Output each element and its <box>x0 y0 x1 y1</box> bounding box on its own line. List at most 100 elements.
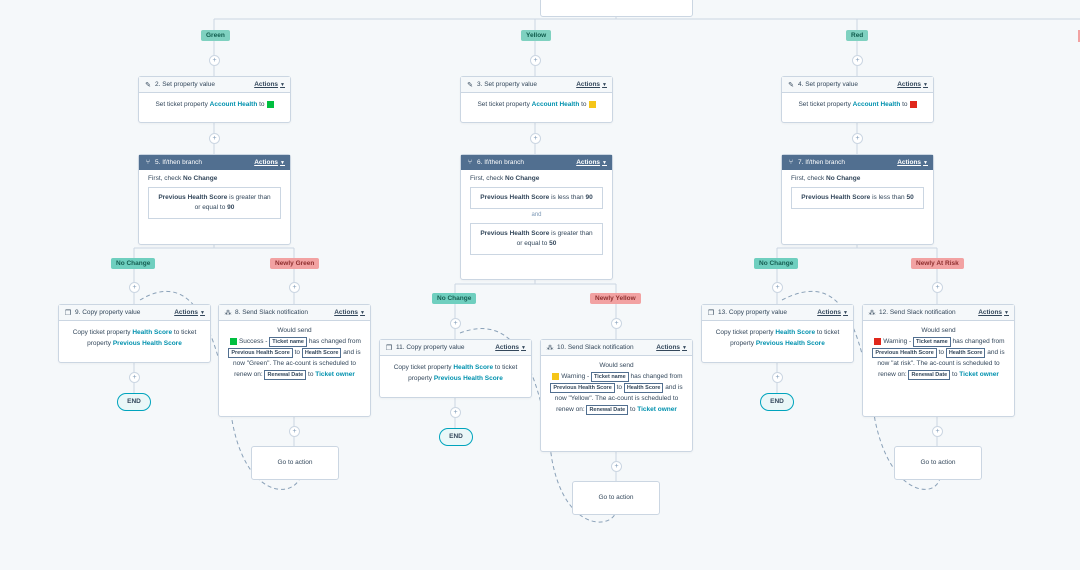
slack-icon: ⁂ <box>868 309 876 317</box>
actions-dropdown[interactable]: Actions ▼ <box>254 159 285 166</box>
chevron-down-icon: ▼ <box>360 310 365 316</box>
branch-tag-green: Green <box>201 30 230 41</box>
token-previous-health-score: Previous Health Score <box>872 348 937 358</box>
end-node[interactable]: END <box>439 428 473 446</box>
and-label: and <box>531 212 542 218</box>
would-send-text: Would send <box>599 362 634 369</box>
add-action-button[interactable]: + <box>772 372 783 383</box>
add-action-button[interactable]: + <box>772 282 783 293</box>
token-health-score: Health Score <box>945 348 986 358</box>
outcome-tag-no-change: No Change <box>432 293 477 304</box>
add-action-button[interactable]: + <box>611 318 622 329</box>
slack-notification-card[interactable]: ⁂ 10. Send Slack notification Actions ▼ Wou… <box>540 339 693 452</box>
end-node[interactable]: END <box>117 393 151 411</box>
green-square-icon <box>230 337 238 345</box>
copy-icon: ❐ <box>707 309 715 317</box>
actions-dropdown[interactable]: Actions ▼ <box>817 309 848 316</box>
token-ticket-name: Ticket name <box>591 372 629 382</box>
first-check-text: First, check No Change <box>791 175 861 182</box>
add-action-button[interactable]: + <box>530 55 541 66</box>
chevron-down-icon: ▼ <box>923 160 928 166</box>
add-action-button[interactable]: + <box>209 55 220 66</box>
actions-dropdown[interactable]: Actions ▼ <box>495 344 526 351</box>
token-ticket-name: Ticket name <box>913 337 951 347</box>
property-link[interactable]: Previous Health Score <box>756 340 825 347</box>
ticket-owner-link[interactable]: Ticket owner <box>959 371 999 378</box>
go-to-action-node[interactable]: Go to action <box>572 481 660 515</box>
slack-notification-card[interactable]: ⁂ 12. Send Slack notification Actions ▼ Wou… <box>862 304 1015 417</box>
token-previous-health-score: Previous Health Score <box>550 383 615 393</box>
actions-dropdown[interactable]: Actions ▼ <box>656 344 687 351</box>
add-action-button[interactable]: + <box>932 426 943 437</box>
add-action-button[interactable]: + <box>209 133 220 144</box>
chevron-down-icon: ▼ <box>200 310 205 316</box>
copy-property-card[interactable]: ❐ 11. Copy property value Actions ▼ Copy ti… <box>379 339 532 398</box>
if-then-branch-card[interactable]: ⑂ 6. If/then branch Actions ▼ First, check … <box>460 154 613 280</box>
chevron-down-icon: ▼ <box>923 82 928 88</box>
set-text: Set ticket property <box>798 101 851 108</box>
ticket-owner-link[interactable]: Ticket owner <box>637 406 677 413</box>
edit-icon: ✎ <box>145 81 151 89</box>
condition-box: Previous Health Score is greater than or… <box>148 187 281 219</box>
add-action-button[interactable]: + <box>289 282 300 293</box>
add-action-button[interactable]: + <box>611 461 622 472</box>
red-square-icon <box>874 337 882 345</box>
property-link[interactable]: Previous Health Score <box>113 340 182 347</box>
card-title: 4. Set property value <box>798 81 858 88</box>
slack-notification-card[interactable]: ⁂ 8. Send Slack notification Actions ▼ Woul… <box>218 304 371 417</box>
add-action-button[interactable]: + <box>129 372 140 383</box>
add-action-button[interactable]: + <box>852 55 863 66</box>
add-action-button[interactable]: + <box>932 282 943 293</box>
property-link[interactable]: Health Score <box>775 329 815 336</box>
add-action-button[interactable]: + <box>289 426 300 437</box>
actions-dropdown[interactable]: Actions ▼ <box>897 81 928 88</box>
outcome-tag-newly-green: Newly Green <box>270 258 320 269</box>
condition-box: Previous Health Score is less than 50 <box>791 187 924 209</box>
set-property-card[interactable]: ✎ 3. Set property value Actions ▼ Set ticke… <box>460 76 613 123</box>
card-title: 5. If/then branch <box>155 159 202 166</box>
actions-dropdown[interactable]: Actions ▼ <box>576 159 607 166</box>
add-action-button[interactable]: + <box>852 133 863 144</box>
card-title: 11. Copy property value <box>396 344 465 351</box>
chevron-down-icon: ▼ <box>602 160 607 166</box>
token-renewal-date: Renewal Date <box>908 370 951 380</box>
would-send-text: Would send <box>921 327 956 334</box>
go-to-action-node[interactable]: Go to action <box>251 446 339 480</box>
edit-icon: ✎ <box>467 81 473 89</box>
green-square-icon <box>266 100 274 108</box>
property-link[interactable]: Account Health <box>210 101 258 108</box>
card-title: 10. Send Slack notification <box>557 344 634 351</box>
copy-property-card[interactable]: ❐ 13. Copy property value Actions ▼ Copy ti… <box>701 304 854 363</box>
actions-dropdown[interactable]: Actions ▼ <box>576 81 607 88</box>
add-action-button[interactable]: + <box>530 133 541 144</box>
copy-property-card[interactable]: ❐ 9. Copy property value Actions ▼ Copy tic… <box>58 304 211 363</box>
outcome-tag-newly-at-risk: Newly At Risk <box>911 258 964 269</box>
end-node[interactable]: END <box>760 393 794 411</box>
token-health-score: Health Score <box>301 348 342 358</box>
actions-dropdown[interactable]: Actions ▼ <box>254 81 285 88</box>
go-to-action-node[interactable]: Go to action <box>894 446 982 480</box>
actions-dropdown[interactable]: Actions ▼ <box>174 309 205 316</box>
actions-dropdown[interactable]: Actions ▼ <box>334 309 365 316</box>
add-action-button[interactable]: + <box>450 318 461 329</box>
property-link[interactable]: Previous Health Score <box>434 375 503 382</box>
if-then-branch-card[interactable]: ⑂ 5. If/then branch Actions ▼ First, check … <box>138 154 291 245</box>
chevron-down-icon: ▼ <box>682 345 687 351</box>
first-check-text: First, check No Change <box>470 175 540 182</box>
property-link[interactable]: Account Health <box>532 101 580 108</box>
trigger-card[interactable] <box>540 0 693 17</box>
set-property-card[interactable]: ✎ 4. Set property value Actions ▼ Set ticke… <box>781 76 934 123</box>
add-action-button[interactable]: + <box>129 282 140 293</box>
if-then-branch-card[interactable]: ⑂ 7. If/then branch Actions ▼ First, check … <box>781 154 934 245</box>
property-link[interactable]: Health Score <box>132 329 172 336</box>
actions-dropdown[interactable]: Actions ▼ <box>897 159 928 166</box>
card-title: 2. Set property value <box>155 81 215 88</box>
property-link[interactable]: Account Health <box>853 101 901 108</box>
set-property-card[interactable]: ✎ 2. Set property value Actions ▼ Set ticke… <box>138 76 291 123</box>
add-action-button[interactable]: + <box>450 407 461 418</box>
chevron-down-icon: ▼ <box>843 310 848 316</box>
property-link[interactable]: Health Score <box>453 364 493 371</box>
chevron-down-icon: ▼ <box>602 82 607 88</box>
ticket-owner-link[interactable]: Ticket owner <box>315 371 355 378</box>
actions-dropdown[interactable]: Actions ▼ <box>978 309 1009 316</box>
